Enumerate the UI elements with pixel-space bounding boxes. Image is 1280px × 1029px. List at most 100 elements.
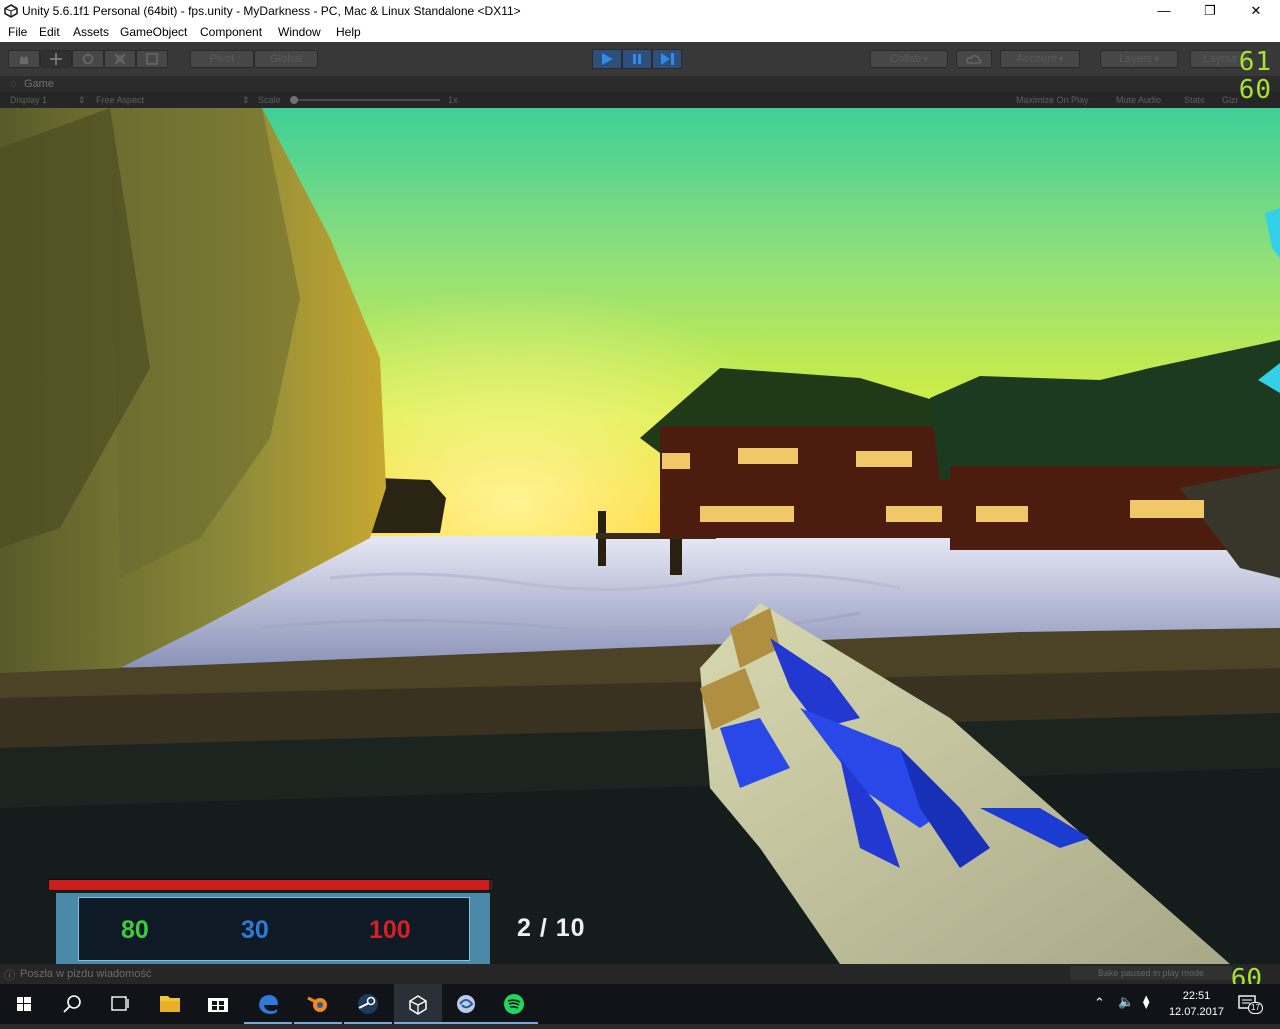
task-view-button[interactable]: [96, 984, 144, 1024]
layers-label: Layers: [1118, 53, 1152, 65]
collab-label: Collab: [889, 53, 922, 65]
rotate-tool-button[interactable]: [72, 50, 104, 68]
unity-app-icon: [4, 4, 18, 18]
game-viewport[interactable]: [0, 108, 1280, 964]
stats-panel-inner: 80 30 100: [78, 897, 470, 961]
notifications-button[interactable]: 17: [1238, 994, 1263, 1014]
steam-button[interactable]: [344, 984, 392, 1024]
app-button[interactable]: [442, 984, 490, 1024]
stats-toggle[interactable]: Stats: [1184, 95, 1205, 105]
account-dropdown[interactable]: Account: [1000, 50, 1080, 68]
restore-icon[interactable]: ❐: [1187, 0, 1233, 22]
fps-value-target: 60: [1238, 75, 1272, 105]
file-explorer-button[interactable]: [146, 984, 194, 1024]
search-button[interactable]: [48, 984, 96, 1024]
start-button[interactable]: [0, 984, 48, 1024]
menu-window[interactable]: Window: [278, 25, 321, 39]
clock-time: 22:51: [1182, 990, 1211, 1002]
menu-component[interactable]: Component: [200, 25, 262, 39]
scale-icon: [114, 53, 126, 65]
spotify-icon: [504, 994, 524, 1014]
toolbar: Pivot Global Collab Account Layers Layou…: [0, 42, 1280, 76]
unity-icon: [409, 995, 427, 1015]
search-icon: [63, 995, 81, 1013]
step-button[interactable]: [652, 49, 682, 69]
blender-button[interactable]: [294, 984, 342, 1024]
scale-slider-handle[interactable]: [290, 96, 298, 104]
scale-slider[interactable]: [290, 99, 440, 101]
aspect-dropdown[interactable]: Free Aspect: [96, 95, 144, 105]
cloud-button[interactable]: [956, 50, 992, 68]
volume-icon[interactable]: 🔈: [1118, 994, 1134, 1010]
notification-count: 17: [1248, 1002, 1263, 1014]
display-dropdown[interactable]: Display 1: [10, 95, 47, 105]
rect-tool-button[interactable]: [136, 50, 168, 68]
move-tool-button[interactable]: [40, 50, 72, 68]
scale-label: Scale: [258, 95, 281, 105]
pivot-button[interactable]: Pivot: [190, 50, 254, 68]
account-label: Account: [1016, 53, 1057, 65]
spotify-button[interactable]: [490, 984, 538, 1024]
stat-red-value: 100: [369, 916, 411, 944]
fps-value-current: 61: [1238, 47, 1272, 77]
game-scene: [0, 108, 1280, 964]
layout-label: Layout: [1203, 53, 1237, 65]
hand-tool-button[interactable]: [8, 50, 40, 68]
info-icon: ⓘ: [4, 970, 15, 982]
bake-status: Bake paused in play mode: [1070, 966, 1232, 980]
maximize-on-play-toggle[interactable]: Maximize On Play: [1016, 95, 1089, 105]
play-icon: [602, 53, 613, 65]
scale-value: 1x: [448, 95, 458, 105]
close-icon[interactable]: ✕: [1233, 0, 1279, 22]
game-tab[interactable]: Game: [24, 78, 54, 90]
taskbar-clock[interactable]: 22:51 12.07.2017: [1169, 988, 1224, 1020]
collab-button[interactable]: Collab: [870, 50, 948, 68]
start-icon: [17, 997, 31, 1011]
pause-button[interactable]: [622, 49, 652, 69]
menu-assets[interactable]: Assets: [73, 25, 109, 39]
game-tab-icon: ◌: [10, 78, 17, 90]
menu-bar: File Edit Assets GameObject Component Wi…: [0, 22, 1280, 42]
taskbar: ⌃ 🔈 ⧫ 22:51 12.07.2017 17: [0, 984, 1280, 1024]
unity-button[interactable]: [394, 984, 442, 1024]
edge-icon: [259, 995, 278, 1014]
status-bar: ⓘ Poszła w pizdu wiadomość Bake paused i…: [0, 964, 1280, 984]
minimize-icon[interactable]: —: [1141, 0, 1187, 22]
store-button[interactable]: [194, 984, 242, 1024]
store-icon: [208, 998, 228, 1012]
file-explorer-icon: [160, 996, 180, 1012]
hand-icon: [20, 56, 28, 64]
title-bar: Unity 5.6.1f1 Personal (64bit) - fps.uni…: [0, 0, 1280, 22]
play-button[interactable]: [592, 49, 622, 69]
menu-help[interactable]: Help: [336, 25, 361, 39]
app-icon: [457, 995, 475, 1013]
tray-expand-icon[interactable]: ⌃: [1094, 995, 1105, 1011]
global-button[interactable]: Global: [254, 50, 318, 68]
network-icon[interactable]: ⧫: [1143, 994, 1149, 1010]
menu-edit[interactable]: Edit: [39, 25, 60, 39]
menu-gameobject[interactable]: GameObject: [120, 25, 187, 39]
mute-audio-toggle[interactable]: Mute Audio: [1116, 95, 1161, 105]
stat-blue-value: 30: [241, 916, 269, 944]
stat-green-value: 80: [121, 916, 149, 944]
window-title: Unity 5.6.1f1 Personal (64bit) - fps.uni…: [22, 4, 521, 18]
gizmos-dropdown[interactable]: Gizmos: [1222, 95, 1238, 105]
steam-icon: [358, 994, 378, 1014]
display-dropdown-arrow[interactable]: ⇕: [78, 95, 86, 106]
stats-panel: 80 30 100: [56, 893, 490, 965]
scale-tool-button[interactable]: [104, 50, 136, 68]
status-message[interactable]: Poszła w pizdu wiadomość: [20, 968, 151, 980]
pause-icon: [633, 54, 641, 64]
menu-file[interactable]: File: [8, 25, 27, 39]
layers-dropdown[interactable]: Layers: [1100, 50, 1178, 68]
edge-button[interactable]: [244, 984, 292, 1024]
rect-tool-icon: [146, 53, 158, 65]
ammo-counter: 2 / 10: [517, 914, 586, 942]
health-bar: [48, 879, 494, 891]
aspect-dropdown-arrow[interactable]: ⇕: [242, 95, 250, 106]
task-view-icon: [111, 996, 129, 1011]
blender-icon: [307, 996, 327, 1012]
global-label: Global: [270, 53, 302, 65]
health-bar-fill: [49, 880, 489, 890]
step-icon: [661, 53, 674, 65]
